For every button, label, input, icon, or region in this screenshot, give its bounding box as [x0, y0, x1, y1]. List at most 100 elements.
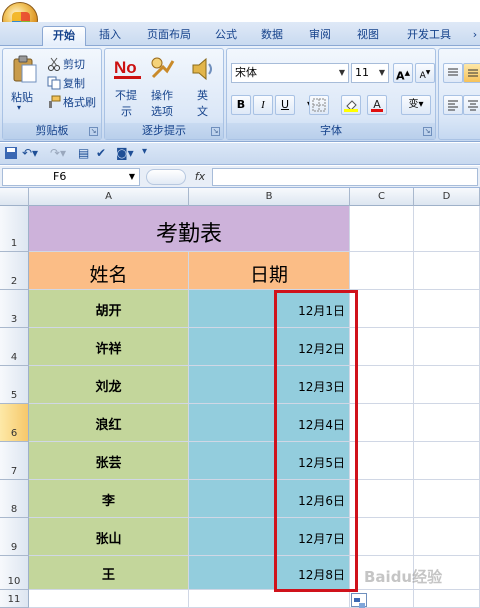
bold-button[interactable]: B [231, 95, 251, 115]
row-header-6[interactable]: 6 [0, 404, 29, 442]
cell[interactable] [350, 480, 414, 518]
english-label-1[interactable]: 英 [197, 87, 208, 103]
tab-data[interactable]: 数据 [254, 26, 290, 46]
align-top-icon[interactable] [443, 63, 463, 83]
paste-label[interactable]: 粘贴 [11, 89, 33, 105]
align-center-icon[interactable] [463, 95, 480, 115]
no-hint-icon[interactable]: No [113, 55, 143, 83]
cell[interactable] [414, 404, 480, 442]
formula-input[interactable] [212, 168, 478, 186]
row-header-11[interactable]: 11 [0, 590, 29, 608]
tab-view[interactable]: 视图 [350, 26, 386, 46]
insert-function-icon[interactable]: fx [190, 168, 210, 186]
tab-home[interactable]: 开始 [42, 26, 86, 46]
font-launcher-icon[interactable]: ↘ [423, 127, 432, 136]
select-all-corner[interactable] [0, 188, 29, 206]
cell[interactable] [414, 442, 480, 480]
fill-color-icon[interactable] [341, 95, 361, 115]
cut-label[interactable]: 剪切 [63, 56, 85, 72]
name-cell[interactable]: 张芸 [29, 442, 189, 480]
clipboard-launcher-icon[interactable]: ↘ [89, 127, 98, 136]
no-hint-label-1[interactable]: 不提 [115, 87, 137, 103]
borders-icon[interactable] [309, 95, 329, 115]
speaker-icon[interactable] [189, 55, 217, 83]
tab-page-layout[interactable]: 页面布局 [138, 26, 200, 46]
tab-review[interactable]: 审阅 [302, 26, 338, 46]
formula-bar-handle[interactable] [146, 169, 186, 185]
cell[interactable] [350, 518, 414, 556]
align-middle-icon[interactable] [463, 63, 480, 83]
paste-icon[interactable] [11, 55, 39, 83]
format-painter-label[interactable]: 格式刷 [63, 94, 96, 110]
cell[interactable] [350, 290, 414, 328]
align-left-icon[interactable] [443, 95, 463, 115]
column-header-b[interactable]: B [189, 188, 350, 206]
row-header-7[interactable]: 7 [0, 442, 29, 480]
column-header-c[interactable]: C [350, 188, 414, 206]
row-header-8[interactable]: 8 [0, 480, 29, 518]
spelling-icon[interactable]: ✔ [96, 146, 106, 162]
cell[interactable] [414, 590, 480, 608]
tab-developer[interactable]: 开发工具 [398, 26, 460, 46]
underline-button[interactable]: U [275, 95, 295, 115]
save-icon[interactable] [4, 146, 18, 162]
redo-icon[interactable]: ↷▾ [50, 146, 66, 162]
worksheet-grid[interactable]: A B C D 1 2 3 4 5 6 7 8 9 10 11 考勤表 姓名 日… [0, 188, 480, 608]
font-color-button[interactable]: A [367, 95, 387, 115]
phonetic-button[interactable]: 变▾ [401, 95, 431, 115]
steps-options-icon[interactable] [149, 55, 177, 83]
name-cell[interactable]: 李 [29, 480, 189, 518]
row-header-10[interactable]: 10 [0, 556, 29, 590]
row-header-5[interactable]: 5 [0, 366, 29, 404]
tab-formulas[interactable]: 公式 [208, 26, 244, 46]
header-cell-name[interactable]: 姓名 [29, 252, 189, 290]
cell[interactable] [414, 206, 480, 252]
cell[interactable] [29, 590, 189, 608]
cell[interactable] [350, 206, 414, 252]
no-hint-label-2[interactable]: 示 [121, 103, 132, 119]
cell[interactable] [350, 442, 414, 480]
row-header-1[interactable]: 1 [0, 206, 29, 252]
row-header-9[interactable]: 9 [0, 518, 29, 556]
row-header-2[interactable]: 2 [0, 252, 29, 290]
cell[interactable] [414, 480, 480, 518]
format-painter-icon[interactable] [47, 94, 61, 108]
name-box[interactable]: F6 ▼ [2, 168, 140, 186]
customize-qat-icon[interactable]: ▾ [142, 146, 147, 162]
row-header-4[interactable]: 4 [0, 328, 29, 366]
name-cell[interactable]: 胡开 [29, 290, 189, 328]
progressive-launcher-icon[interactable]: ↘ [211, 127, 220, 136]
font-size-select[interactable]: 11 ▼ [351, 63, 389, 83]
column-header-d[interactable]: D [414, 188, 480, 206]
cell[interactable] [189, 590, 350, 608]
title-cell[interactable]: 考勤表 [29, 206, 350, 252]
cell[interactable] [414, 518, 480, 556]
name-cell[interactable]: 张山 [29, 518, 189, 556]
steps-label-2[interactable]: 选项 [151, 103, 173, 119]
paste-dropdown-icon[interactable]: ▾ [17, 103, 21, 112]
cell[interactable] [414, 366, 480, 404]
undo-icon[interactable]: ↶▾ [22, 146, 38, 162]
english-label-2[interactable]: 文 [197, 103, 208, 119]
cell[interactable] [350, 328, 414, 366]
tab-overflow[interactable]: › [470, 26, 480, 46]
cell[interactable] [350, 404, 414, 442]
tab-insert[interactable]: 插入 [92, 26, 128, 46]
name-cell[interactable]: 许祥 [29, 328, 189, 366]
copy-icon[interactable] [47, 75, 61, 90]
cell[interactable] [414, 290, 480, 328]
font-name-select[interactable]: 宋体 ▼ [231, 63, 349, 83]
cell[interactable] [350, 252, 414, 290]
copy-label[interactable]: 复制 [63, 75, 85, 91]
steps-label-1[interactable]: 操作 [151, 87, 173, 103]
cut-icon[interactable] [47, 56, 61, 71]
header-cell-date[interactable]: 日期 [189, 252, 350, 290]
print-preview-icon[interactable]: ▤ [78, 146, 89, 162]
name-cell[interactable]: 浪红 [29, 404, 189, 442]
name-cell[interactable]: 王 [29, 556, 189, 590]
name-cell[interactable]: 刘龙 [29, 366, 189, 404]
cell[interactable] [414, 328, 480, 366]
row-header-3[interactable]: 3 [0, 290, 29, 328]
italic-button[interactable]: I [253, 95, 273, 115]
cell[interactable] [414, 252, 480, 290]
